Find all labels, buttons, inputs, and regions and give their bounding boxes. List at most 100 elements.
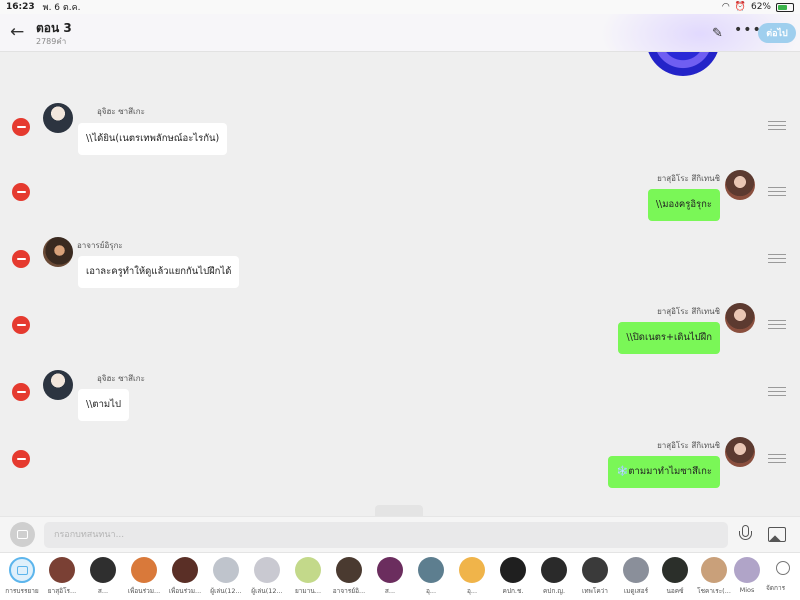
character-name: ยามาน...	[294, 587, 322, 595]
drag-handle-icon[interactable]	[768, 387, 786, 399]
character-item[interactable]: ผู้เล่น(12...	[206, 557, 246, 596]
character-name: เพื่อนร่วม...	[127, 587, 161, 595]
avatar	[131, 557, 157, 583]
chapter-header: ← ตอน 3 2789คำ ✎ ••• ต่อไป	[0, 14, 800, 52]
character-item[interactable]: ส...	[370, 557, 410, 596]
avatar	[172, 557, 198, 583]
character-name: ผู้เล่น(12...	[251, 587, 283, 595]
speaker-name: อุจิฮะ ซาสึเกะ	[97, 107, 145, 116]
character-name: เพื่อนร่วม...	[168, 587, 202, 595]
character-item[interactable]: เมดูเสอร์	[616, 557, 656, 596]
manage-label: จัดการ	[766, 584, 786, 592]
alarm-icon: ⏰	[734, 2, 746, 12]
character-name: โชคาเระ(...	[697, 587, 731, 595]
manage-characters-icon[interactable]	[776, 561, 790, 575]
message-bubble[interactable]: \\ปิดเนตร+เดินไปฝึก	[618, 322, 720, 354]
speaker-name: ยาสุอิโระ สึกิเทนชิ	[657, 307, 720, 316]
character-item[interactable]: ผู้เล่น(12...	[247, 557, 287, 596]
status-date: พ. 6 ต.ค.	[42, 3, 81, 13]
avatar	[49, 557, 75, 583]
drag-handle-icon[interactable]	[768, 454, 786, 466]
avatar	[500, 557, 526, 583]
battery-fill	[778, 4, 787, 10]
drag-handle-icon[interactable]	[768, 187, 786, 199]
avatar	[295, 557, 321, 583]
character-item[interactable]: อุ...	[452, 557, 492, 596]
character-name: เทพโคว่า	[582, 587, 608, 595]
character-name: นอคซ์	[666, 587, 684, 595]
drag-handle-icon[interactable]	[768, 121, 786, 133]
delete-message-button[interactable]	[12, 183, 30, 201]
character-name: อุ...	[466, 587, 478, 595]
wifi-icon: ◠	[721, 2, 730, 12]
microphone-icon[interactable]	[738, 525, 752, 545]
avatar	[725, 170, 755, 200]
character-item[interactable]: Mios	[733, 557, 761, 594]
avatar	[43, 370, 73, 400]
avatar	[377, 557, 403, 583]
message-bubble[interactable]: \\ได้ยิน(เนตรเทพลักษณ์อะไรกัน)	[78, 123, 228, 155]
character-item[interactable]: นอคซ์	[655, 557, 695, 596]
character-item[interactable]: ยาสุอิโร...	[42, 557, 82, 596]
avatar	[725, 303, 755, 333]
character-item[interactable]: คปก.ช.	[493, 557, 533, 596]
avatar	[541, 557, 567, 583]
speaker-name: ยาสุอิโระ สึกิเทนชิ	[657, 174, 720, 183]
character-item[interactable]: เทพโคว่า	[575, 557, 615, 596]
avatar	[254, 557, 280, 583]
message-bubble[interactable]: ❄️ตามมาทำไมซาสึเกะ	[608, 456, 720, 488]
character-name: อาจารย์อิ...	[332, 587, 366, 595]
message-row: อุจิฮะ ซาสึเกะ \\ได้ยิน(เนตรเทพลักษณ์อะไ…	[0, 100, 800, 160]
character-narration[interactable]: การบรรยาย	[2, 557, 42, 596]
avatar	[623, 557, 649, 583]
avatar	[336, 557, 362, 583]
message-row: ยาสุอิโระ สึกิเทนชิ \\ปิดเนตร+เดินไปฝึก	[0, 300, 800, 360]
word-count: 2789คำ	[36, 37, 67, 46]
status-time: 16:23	[6, 2, 35, 12]
chat-bubble-icon[interactable]	[10, 522, 35, 547]
avatar	[725, 437, 755, 467]
back-arrow-icon[interactable]: ←	[10, 24, 24, 41]
character-item[interactable]: โชคาเระ(...	[694, 557, 734, 596]
avatar	[662, 557, 688, 583]
delete-message-button[interactable]	[12, 450, 30, 468]
character-item[interactable]: อุ...	[411, 557, 451, 596]
delete-message-button[interactable]	[12, 250, 30, 268]
character-name: อุ...	[425, 587, 437, 595]
message-row: อาจารย์อิรุกะ เอาละครูทำให้ดูแล้วแยกกันไ…	[0, 234, 800, 294]
character-item[interactable]: เพื่อนร่วม...	[165, 557, 205, 596]
next-button[interactable]: ต่อไป	[758, 23, 796, 43]
character-name: Mios	[739, 586, 755, 594]
avatar	[418, 557, 444, 583]
speaker-name: ยาสุอิโระ สึกิเทนชิ	[657, 441, 720, 450]
avatar	[734, 557, 760, 583]
character-name: คปก.ญ.	[542, 587, 566, 595]
message-bubble[interactable]: \\ตามไป	[78, 389, 129, 421]
narration-icon	[9, 557, 35, 583]
message-input[interactable]	[44, 522, 728, 548]
delete-message-button[interactable]	[12, 383, 30, 401]
character-item[interactable]: คปก.ญ.	[534, 557, 574, 596]
drag-handle-icon[interactable]	[768, 254, 786, 266]
character-name: ผู้เล่น(12...	[210, 587, 242, 595]
avatar	[90, 557, 116, 583]
character-item[interactable]: อาจารย์อิ...	[329, 557, 369, 596]
drag-handle-icon[interactable]	[768, 320, 786, 332]
message-bubble[interactable]: เอาละครูทำให้ดูแล้วแยกกันไปฝึกได้	[78, 256, 240, 288]
battery-icon	[776, 2, 794, 12]
image-icon[interactable]	[768, 527, 786, 542]
avatar	[43, 103, 73, 133]
battery-percent: 62%	[750, 2, 771, 12]
message-bubble[interactable]: \\มองครูอิรุกะ	[647, 189, 720, 221]
character-item[interactable]: ยามาน...	[288, 557, 328, 596]
message-input-bar	[0, 516, 800, 552]
pencil-icon[interactable]: ✎	[712, 26, 723, 41]
character-name: ยาสุอิโร...	[47, 587, 77, 595]
character-name: เมดูเสอร์	[623, 587, 649, 595]
character-item[interactable]: เพื่อนร่วม...	[124, 557, 164, 596]
delete-message-button[interactable]	[12, 316, 30, 334]
delete-message-button[interactable]	[12, 118, 30, 136]
avatar	[43, 237, 73, 267]
avatar	[701, 557, 727, 583]
character-item[interactable]: ส...	[83, 557, 123, 596]
